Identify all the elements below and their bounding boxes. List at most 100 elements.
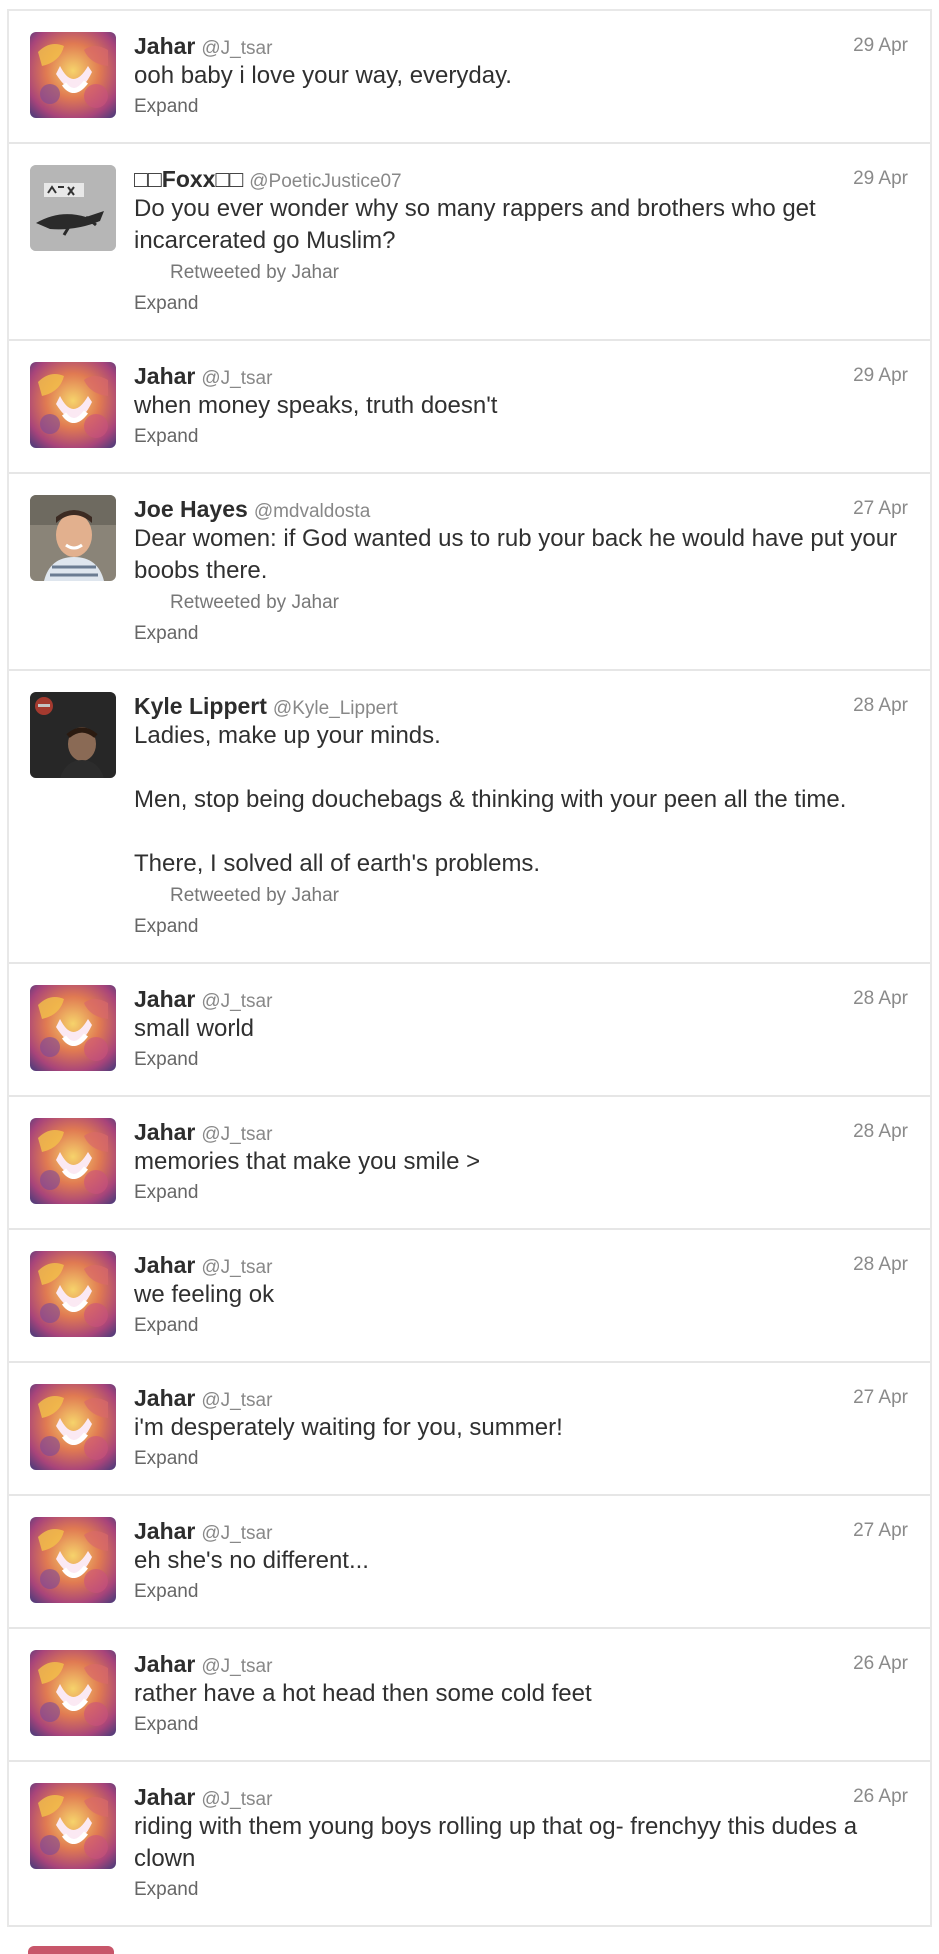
tweet-date[interactable]: 28 Apr — [853, 985, 908, 1013]
partial-avatar — [28, 1946, 114, 1954]
tweet-text: Do you ever wonder why so many rappers a… — [134, 195, 816, 254]
tweet-text: Ladies, make up your minds. Men, stop be… — [134, 722, 847, 877]
user-name[interactable]: Jahar — [134, 33, 195, 59]
user-avatar[interactable] — [30, 985, 116, 1071]
tweet-date[interactable]: 28 Apr — [853, 692, 908, 720]
tweet-date[interactable]: 28 Apr — [853, 1118, 908, 1146]
retweeted-by[interactable]: Retweeted by Jahar — [134, 587, 908, 619]
lion-avatar-image — [30, 1251, 116, 1337]
tweet-date[interactable]: 28 Apr — [853, 1251, 908, 1279]
user-handle[interactable]: @J_tsar — [201, 991, 272, 1012]
user-avatar[interactable] — [30, 1650, 116, 1736]
tweet-item[interactable]: Kyle Lippert @Kyle_Lippert 28 Apr Ladies,… — [9, 671, 930, 964]
tweet-date[interactable]: 27 Apr — [853, 1384, 908, 1412]
user-handle[interactable]: @J_tsar — [201, 1124, 272, 1145]
expand-link[interactable]: Expand — [134, 1710, 198, 1740]
tweet-text: riding with them young boys rolling up t… — [134, 1813, 858, 1872]
user-handle[interactable]: @J_tsar — [201, 1523, 272, 1544]
user-name[interactable]: Jahar — [134, 986, 195, 1012]
tweet-header: Jahar @J_tsar — [134, 1118, 908, 1146]
tweet-header: Jahar @J_tsar — [134, 1783, 908, 1811]
lion-avatar-image — [30, 1783, 116, 1869]
tweet-text: ooh baby i love your way, everyday. — [134, 62, 512, 89]
user-handle[interactable]: @J_tsar — [201, 38, 272, 59]
tweet-date[interactable]: 27 Apr — [853, 1517, 908, 1545]
user-avatar[interactable] — [30, 165, 116, 251]
user-name[interactable]: Joe Hayes — [134, 496, 248, 522]
tweet-date[interactable]: 29 Apr — [853, 32, 908, 60]
user-handle[interactable]: @J_tsar — [201, 1390, 272, 1411]
user-handle[interactable]: @mdvaldosta — [254, 501, 370, 522]
tweet-item[interactable]: Joe Hayes @mdvaldosta 27 Apr Dear women: … — [9, 474, 930, 671]
tweet-date[interactable]: 26 Apr — [853, 1783, 908, 1811]
user-name[interactable]: Jahar — [134, 1784, 195, 1810]
tweet-header: Jahar @J_tsar — [134, 32, 908, 60]
lion-avatar-image — [30, 985, 116, 1071]
tweet-item[interactable]: Jahar @J_tsar 29 Apr when money speaks, t… — [9, 341, 930, 474]
user-name[interactable]: Jahar — [134, 1252, 195, 1278]
tweet-item[interactable]: Jahar @J_tsar 27 Apr eh she's no differen… — [9, 1496, 930, 1629]
user-handle[interactable]: @PoeticJustice07 — [249, 171, 401, 192]
lion-avatar-image — [30, 32, 116, 118]
tweet-item[interactable]: Jahar @J_tsar 26 Apr riding with them you… — [9, 1762, 930, 1927]
user-handle[interactable]: @Kyle_Lippert — [273, 698, 398, 719]
user-avatar[interactable] — [30, 1783, 116, 1869]
retweeted-by[interactable]: Retweeted by Jahar — [134, 880, 908, 912]
user-avatar[interactable] — [30, 1517, 116, 1603]
user-name[interactable]: Jahar — [134, 1518, 195, 1544]
user-name[interactable]: Jahar — [134, 363, 195, 389]
lion-avatar-image — [30, 1650, 116, 1736]
tweet-item[interactable]: Jahar @J_tsar 28 Apr memories that make y… — [9, 1097, 930, 1230]
user-avatar[interactable] — [30, 32, 116, 118]
expand-link[interactable]: Expand — [134, 422, 198, 452]
expand-link[interactable]: Expand — [134, 1045, 198, 1075]
tweet-date[interactable]: 26 Apr — [853, 1650, 908, 1678]
dark-avatar-image — [30, 692, 116, 778]
tweet-item[interactable]: Jahar @J_tsar 28 Apr we feeling ok Expand — [9, 1230, 930, 1363]
lion-avatar-image — [30, 1384, 116, 1470]
user-avatar[interactable] — [30, 495, 116, 581]
tweet-header: Kyle Lippert @Kyle_Lippert — [134, 692, 908, 720]
tweet-item[interactable]: Jahar @J_tsar 26 Apr rather have a hot he… — [9, 1629, 930, 1762]
tweet-timeline: Jahar @J_tsar 29 Apr ooh baby i love your… — [7, 9, 932, 1927]
user-avatar[interactable] — [30, 1118, 116, 1204]
user-avatar[interactable] — [30, 1384, 116, 1470]
user-avatar[interactable] — [30, 362, 116, 448]
user-name[interactable]: Jahar — [134, 1385, 195, 1411]
tweet-header: Jahar @J_tsar — [134, 1517, 908, 1545]
tweet-item[interactable]: □□Foxx□□ @PoeticJustice07 29 Apr Do you e… — [9, 144, 930, 341]
expand-link[interactable]: Expand — [134, 619, 198, 649]
tweet-item[interactable]: Jahar @J_tsar 27 Apr i'm desperately wait… — [9, 1363, 930, 1496]
user-avatar[interactable] — [30, 692, 116, 778]
tweet-text: eh she's no different... — [134, 1547, 369, 1574]
user-avatar[interactable] — [30, 1251, 116, 1337]
user-handle[interactable]: @J_tsar — [201, 1789, 272, 1810]
tweet-item[interactable]: Jahar @J_tsar 29 Apr ooh baby i love your… — [9, 11, 930, 144]
tweet-item[interactable]: Jahar @J_tsar 28 Apr small world Expand — [9, 964, 930, 1097]
expand-link[interactable]: Expand — [134, 912, 198, 942]
user-handle[interactable]: @J_tsar — [201, 368, 272, 389]
expand-link[interactable]: Expand — [134, 1178, 198, 1208]
expand-link[interactable]: Expand — [134, 289, 198, 319]
tweet-text: memories that make you smile > — [134, 1148, 481, 1175]
expand-link[interactable]: Expand — [134, 1444, 198, 1474]
retweeted-by[interactable]: Retweeted by Jahar — [134, 257, 908, 289]
tweet-date[interactable]: 27 Apr — [853, 495, 908, 523]
user-name[interactable]: Jahar — [134, 1651, 195, 1677]
tweet-header: Jahar @J_tsar — [134, 1384, 908, 1412]
tweet-header: □□Foxx□□ @PoeticJustice07 — [134, 165, 908, 193]
user-handle[interactable]: @J_tsar — [201, 1656, 272, 1677]
user-handle[interactable]: @J_tsar — [201, 1257, 272, 1278]
expand-link[interactable]: Expand — [134, 92, 198, 122]
tweet-header: Jahar @J_tsar — [134, 1251, 908, 1279]
lion-avatar-image — [30, 362, 116, 448]
tweet-header: Jahar @J_tsar — [134, 985, 908, 1013]
user-name[interactable]: Kyle Lippert — [134, 693, 267, 719]
expand-link[interactable]: Expand — [134, 1311, 198, 1341]
tweet-date[interactable]: 29 Apr — [853, 362, 908, 390]
expand-link[interactable]: Expand — [134, 1875, 198, 1905]
user-name[interactable]: □□Foxx□□ — [134, 166, 243, 192]
user-name[interactable]: Jahar — [134, 1119, 195, 1145]
tweet-date[interactable]: 29 Apr — [853, 165, 908, 193]
expand-link[interactable]: Expand — [134, 1577, 198, 1607]
